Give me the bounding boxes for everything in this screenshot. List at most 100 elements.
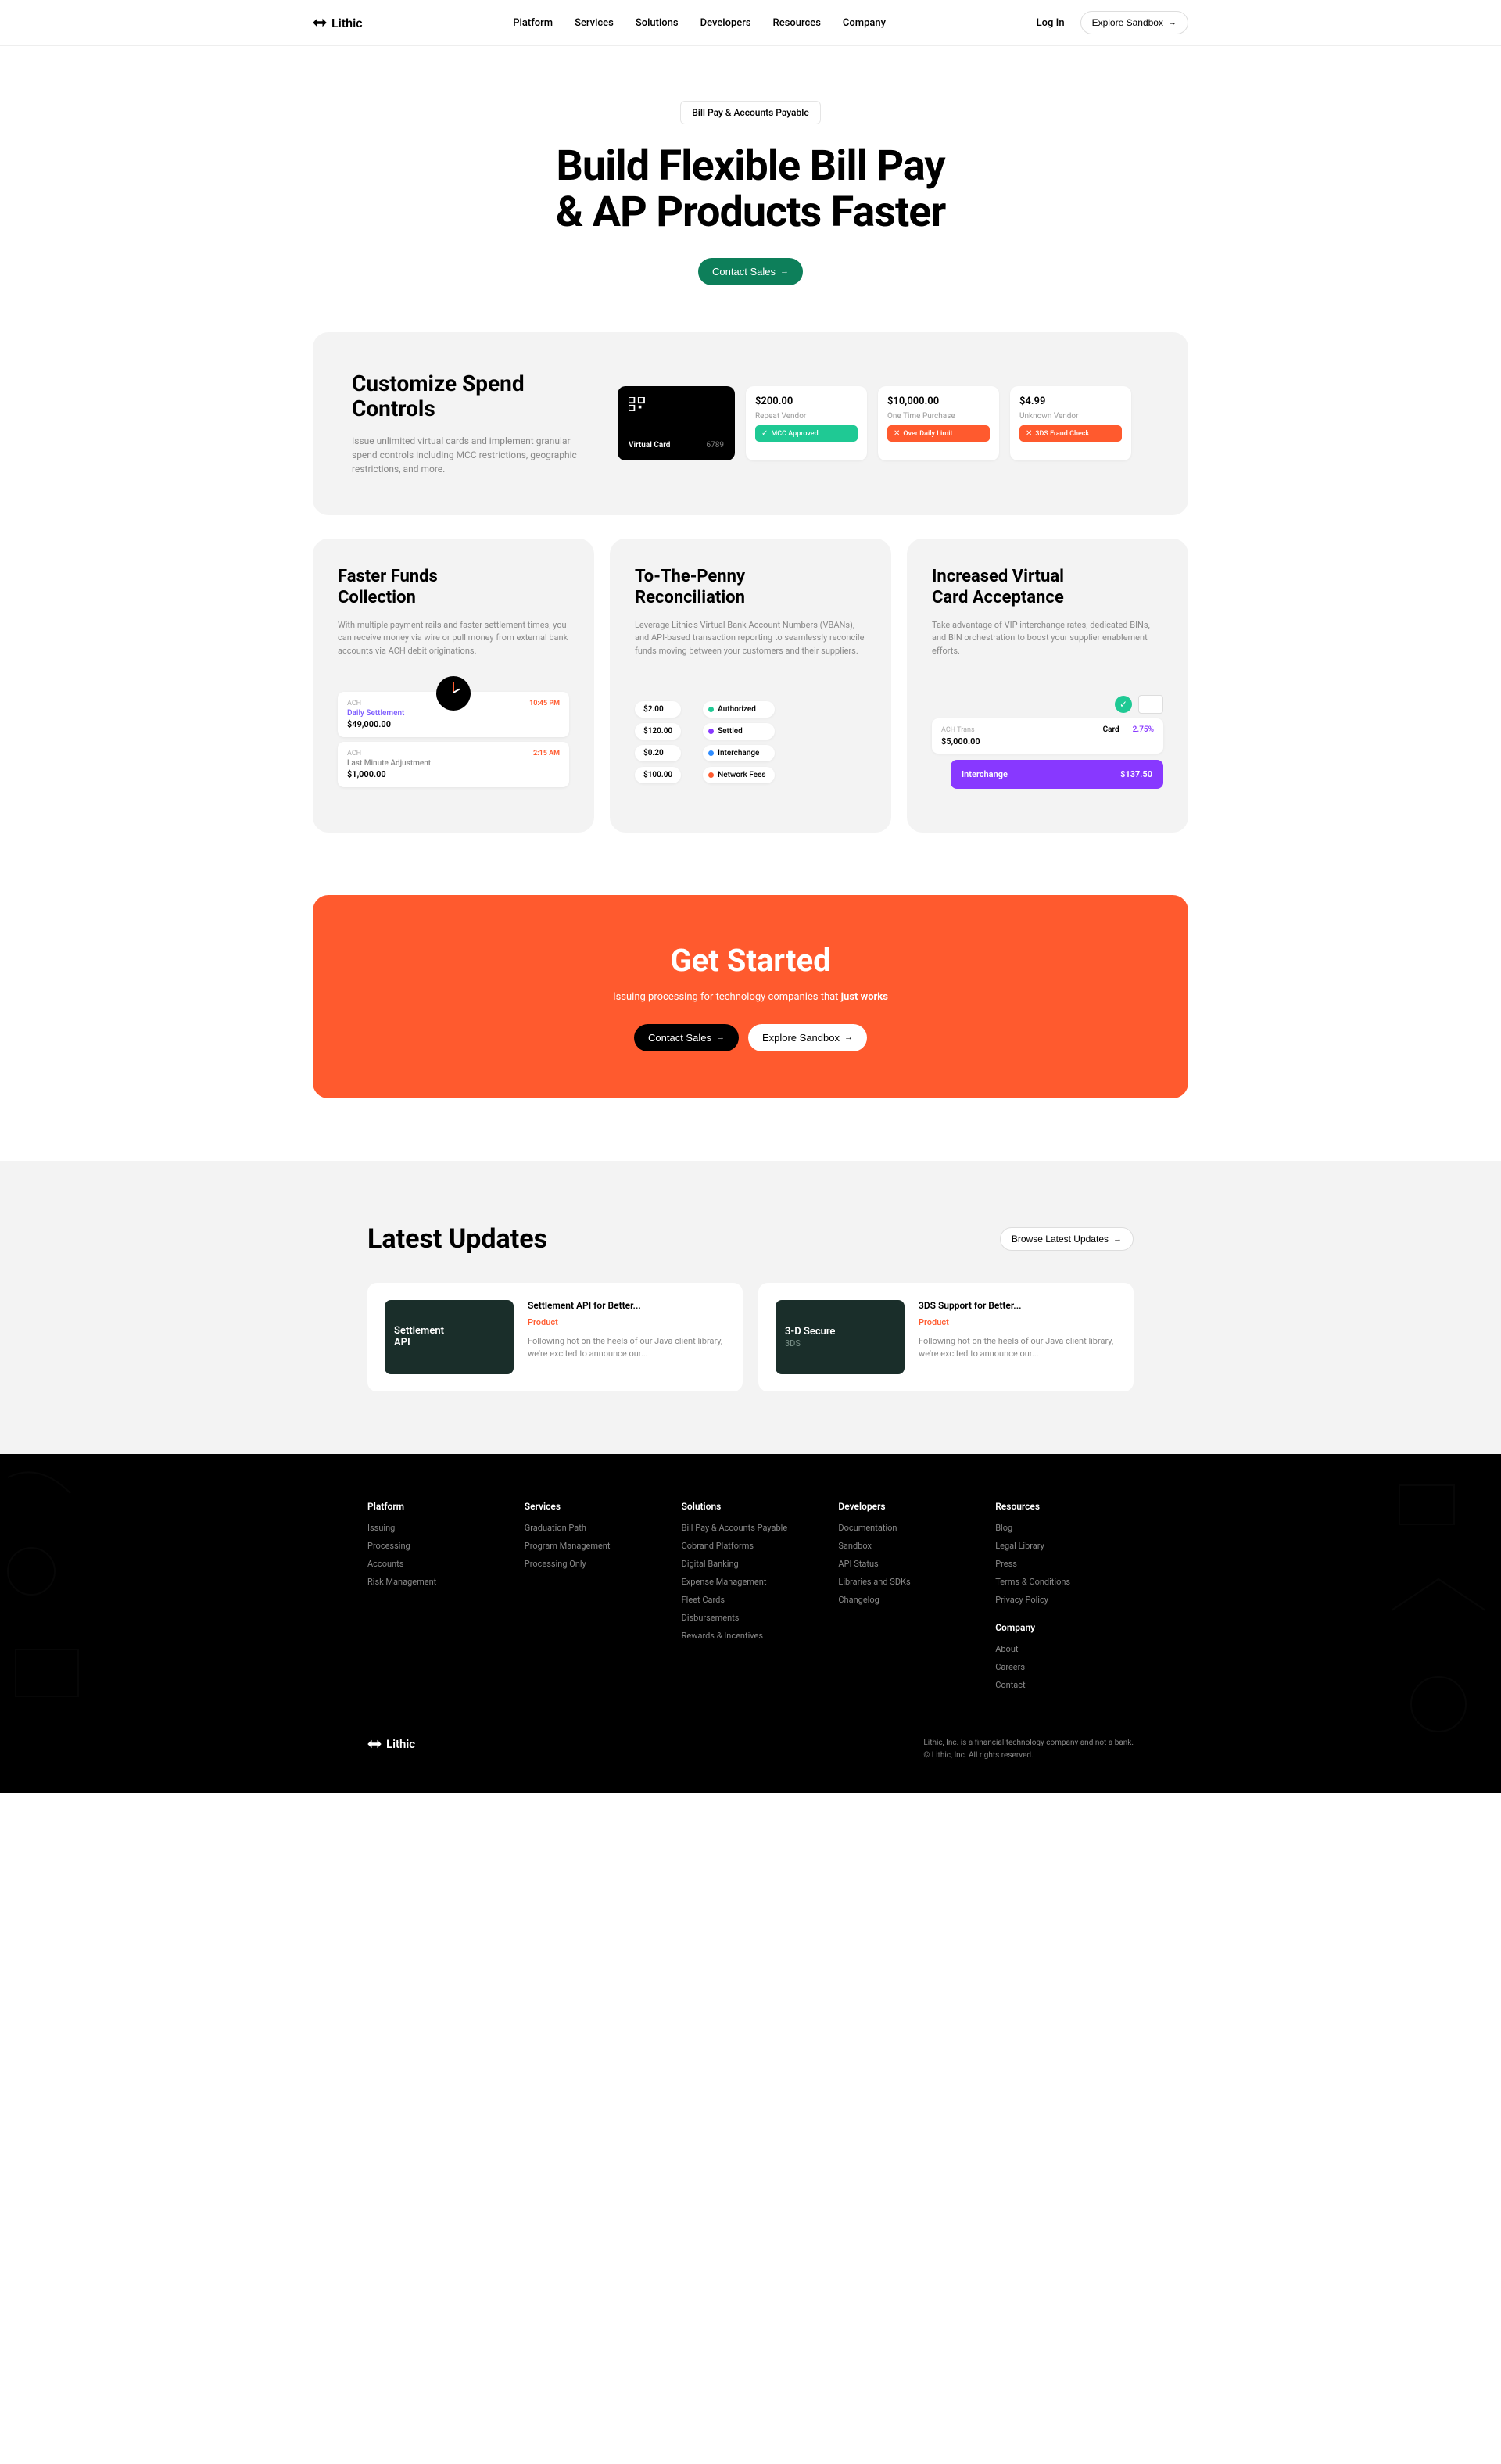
dot-icon bbox=[708, 772, 714, 778]
settlement-item: ACH2:15 AM Last Minute Adjustment $1,000… bbox=[338, 742, 569, 787]
three-column-features: Faster FundsCollection With multiple pay… bbox=[313, 539, 1188, 833]
footer-link[interactable]: Accounts bbox=[367, 1559, 506, 1569]
update-thumbnail: Settlement API bbox=[385, 1300, 514, 1374]
footer-col-solutions: Solutions Bill Pay & Accounts Payable Co… bbox=[682, 1501, 820, 1698]
cta-title: Get Started bbox=[344, 942, 1157, 979]
footer-link[interactable]: Risk Management bbox=[367, 1577, 506, 1587]
footer-col-services: Services Graduation Path Program Managem… bbox=[525, 1501, 663, 1698]
footer-link[interactable]: API Status bbox=[838, 1559, 976, 1569]
feature-reconciliation: To-The-PennyReconciliation Leverage Lith… bbox=[610, 539, 891, 833]
footer-link[interactable]: Cobrand Platforms bbox=[682, 1541, 820, 1551]
nav-services[interactable]: Services bbox=[575, 17, 614, 29]
interchange-badge: Interchange $137.50 bbox=[951, 760, 1163, 789]
txn-card: $10,000.00 One Time Purchase ✕Over Daily… bbox=[878, 386, 999, 460]
txn-card: $200.00 Repeat Vendor ✓MCC Approved bbox=[746, 386, 867, 460]
footer-link[interactable]: Expense Management bbox=[682, 1577, 820, 1587]
cards-visual: Virtual Card 6789 $200.00 Repeat Vendor … bbox=[618, 386, 1149, 460]
transfer-row: ACH Trans Card 2.75% $5,000.00 bbox=[932, 718, 1163, 754]
logo[interactable]: Lithic bbox=[313, 16, 363, 30]
footer-link[interactable]: Graduation Path bbox=[525, 1523, 663, 1533]
login-link[interactable]: Log In bbox=[1037, 17, 1065, 29]
decoration bbox=[1048, 895, 1188, 1098]
txn-card: $4.99 Unknown Vendor ✕3DS Fraud Check bbox=[1010, 386, 1131, 460]
footer-col-developers: Developers Documentation Sandbox API Sta… bbox=[838, 1501, 976, 1698]
decoration bbox=[313, 895, 453, 1098]
footer-link[interactable]: Rewards & Incentives bbox=[682, 1631, 820, 1641]
update-card[interactable]: Settlement API Settlement API for Better… bbox=[367, 1283, 743, 1391]
nav-company[interactable]: Company bbox=[843, 17, 886, 29]
updates-title: Latest Updates bbox=[367, 1223, 547, 1255]
feature-card-acceptance: Increased VirtualCard Acceptance Take ad… bbox=[907, 539, 1188, 833]
nav-platform[interactable]: Platform bbox=[513, 17, 553, 29]
check-icon: ✓ bbox=[761, 429, 768, 438]
contact-sales-button[interactable]: Contact Sales→ bbox=[634, 1024, 739, 1051]
footer-link[interactable]: Processing bbox=[367, 1541, 506, 1551]
hero: Bill Pay & Accounts Payable Build Flexib… bbox=[0, 46, 1501, 332]
footer-logo[interactable]: Lithic bbox=[367, 1737, 415, 1751]
nav-developers[interactable]: Developers bbox=[700, 17, 751, 29]
footer-link[interactable]: Issuing bbox=[367, 1523, 506, 1533]
footer-link[interactable]: Digital Banking bbox=[682, 1559, 820, 1569]
footer-link[interactable]: Press bbox=[995, 1559, 1134, 1569]
footer-link[interactable]: Processing Only bbox=[525, 1559, 663, 1569]
logo-icon bbox=[313, 17, 327, 28]
brand-name: Lithic bbox=[331, 16, 363, 30]
footer-link[interactable]: Legal Library bbox=[995, 1541, 1134, 1551]
qr-icon bbox=[629, 397, 646, 411]
nav-solutions[interactable]: Solutions bbox=[636, 17, 679, 29]
status-badge: ✕3DS Fraud Check bbox=[1019, 425, 1122, 442]
update-card[interactable]: 3-D Secure 3DS 3DS Support for Better...… bbox=[758, 1283, 1134, 1391]
browse-updates-button[interactable]: Browse Latest Updates→ bbox=[1000, 1227, 1134, 1251]
explore-sandbox-button[interactable]: Explore Sandbox→ bbox=[748, 1024, 867, 1051]
decoration bbox=[1376, 1454, 1501, 1793]
footer-link[interactable]: Disbursements bbox=[682, 1613, 820, 1623]
cta-section: Get Started Issuing processing for techn… bbox=[281, 895, 1220, 1098]
main-nav: Platform Services Solutions Developers R… bbox=[513, 17, 886, 29]
footer-link[interactable]: Libraries and SDKs bbox=[838, 1577, 976, 1587]
explore-sandbox-button[interactable]: Explore Sandbox → bbox=[1080, 11, 1188, 34]
arrow-icon: → bbox=[716, 1033, 725, 1042]
footer-link[interactable]: Bill Pay & Accounts Payable bbox=[682, 1523, 820, 1533]
footer-link[interactable]: Sandbox bbox=[838, 1541, 976, 1551]
latest-updates: Latest Updates Browse Latest Updates→ Se… bbox=[0, 1161, 1501, 1454]
cta-text: Issuing processing for technology compan… bbox=[344, 990, 1157, 1005]
feature-desc: Issue unlimited virtual cards and implem… bbox=[352, 434, 586, 476]
footer-link[interactable]: About bbox=[995, 1644, 1134, 1654]
feature-faster-funds: Faster FundsCollection With multiple pay… bbox=[313, 539, 594, 833]
site-footer: Platform Issuing Processing Accounts Ris… bbox=[0, 1454, 1501, 1793]
footer-link[interactable]: Terms & Conditions bbox=[995, 1577, 1134, 1587]
dot-icon bbox=[708, 707, 714, 712]
contact-sales-button[interactable]: Contact Sales → bbox=[698, 258, 803, 285]
footer-link[interactable]: Changelog bbox=[838, 1595, 976, 1605]
check-icon: ✓ bbox=[1115, 696, 1132, 713]
footer-link[interactable]: Blog bbox=[995, 1523, 1134, 1533]
footer-link[interactable]: Careers bbox=[995, 1662, 1134, 1672]
arrow-icon: → bbox=[1168, 18, 1177, 27]
clock-icon bbox=[436, 676, 471, 711]
virtual-card: Virtual Card 6789 bbox=[618, 386, 735, 460]
logo-icon bbox=[367, 1739, 382, 1750]
update-thumbnail: 3-D Secure 3DS bbox=[776, 1300, 905, 1374]
footer-link[interactable]: Program Management bbox=[525, 1541, 663, 1551]
dot-icon bbox=[708, 750, 714, 756]
hero-title: Build Flexible Bill Pay & AP Products Fa… bbox=[16, 143, 1485, 236]
arrow-icon: → bbox=[844, 1033, 853, 1042]
feature-title: Customize Spend Controls bbox=[352, 371, 586, 421]
cross-icon: ✕ bbox=[894, 429, 900, 438]
dot-icon bbox=[708, 729, 714, 734]
footer-link[interactable]: Privacy Policy bbox=[995, 1595, 1134, 1605]
footer-link[interactable]: Fleet Cards bbox=[682, 1595, 820, 1605]
site-header: Lithic Platform Services Solutions Devel… bbox=[0, 0, 1501, 46]
arrow-icon: → bbox=[780, 267, 789, 276]
nav-resources[interactable]: Resources bbox=[773, 17, 821, 29]
footer-col-platform: Platform Issuing Processing Accounts Ris… bbox=[367, 1501, 506, 1698]
arrow-icon: → bbox=[1113, 1234, 1122, 1244]
footer-link[interactable]: Documentation bbox=[838, 1523, 976, 1533]
feature-customize-spend: Customize Spend Controls Issue unlimited… bbox=[313, 332, 1188, 515]
footer-col-resources: Resources Blog Legal Library Press Terms… bbox=[995, 1501, 1134, 1698]
legal-text: Lithic, Inc. is a financial technology c… bbox=[923, 1737, 1134, 1762]
hero-badge: Bill Pay & Accounts Payable bbox=[680, 101, 821, 124]
footer-link[interactable]: Contact bbox=[995, 1680, 1134, 1690]
cross-icon: ✕ bbox=[1026, 429, 1032, 438]
card-icon bbox=[1138, 695, 1163, 714]
